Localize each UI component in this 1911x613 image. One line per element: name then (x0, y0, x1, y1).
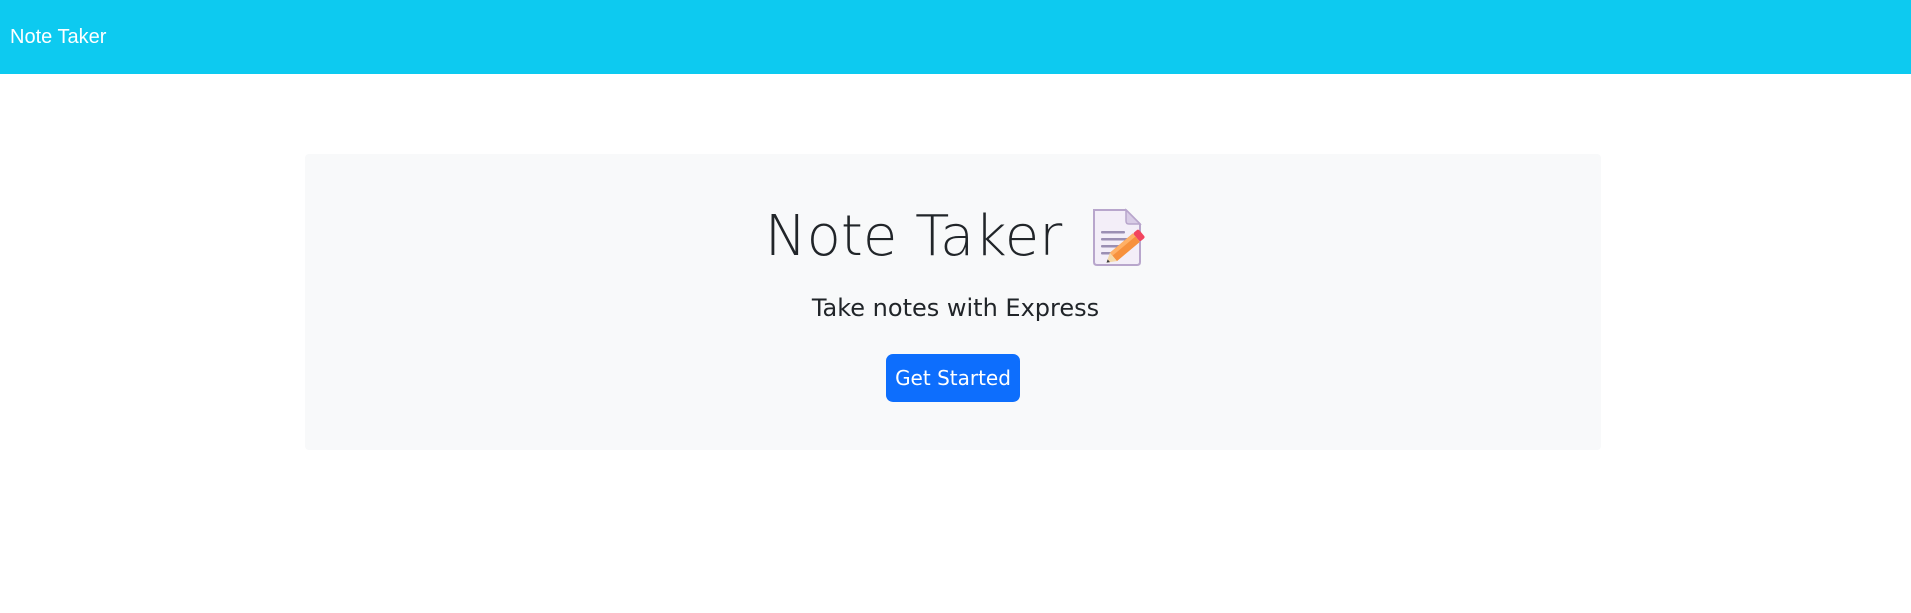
page-subtitle: Take notes with Express (811, 294, 1100, 322)
get-started-button[interactable]: Get Started (886, 354, 1020, 402)
hero-heading-row: Note Taker (0, 202, 1911, 272)
navbar: Note Taker (0, 0, 1911, 74)
page-title: Note Taker (764, 204, 1063, 269)
navbar-brand-link[interactable]: Note Taker (10, 26, 106, 49)
memo-pencil-icon (1090, 207, 1146, 267)
